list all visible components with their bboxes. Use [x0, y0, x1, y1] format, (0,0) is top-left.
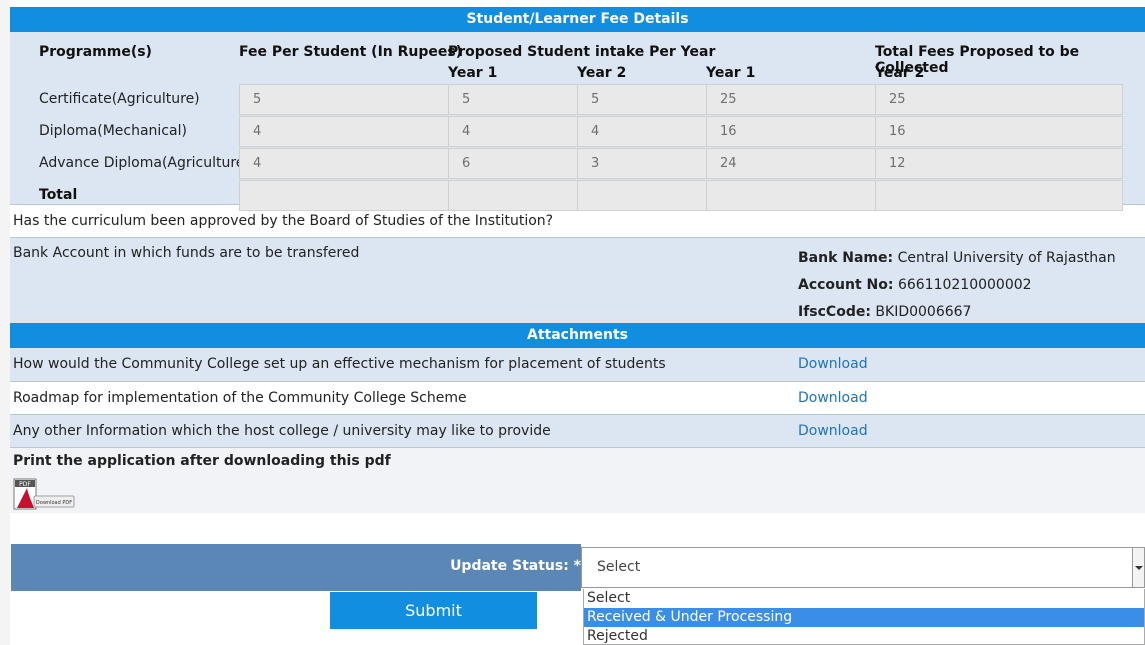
attachment-row: Any other Information which the host col… — [10, 414, 1145, 447]
print-instruction: Print the application after downloading … — [13, 453, 391, 469]
pdf-badge-text: PDF — [19, 481, 31, 488]
header-fee-per-student: Fee Per Student (In Rupees) — [239, 44, 463, 60]
programme-label: Diploma(Mechanical) — [39, 123, 187, 139]
print-section: Print the application after downloading … — [10, 447, 1145, 513]
total-year2-cell: 12 — [875, 148, 1123, 179]
total-intake-year1-cell — [448, 180, 578, 211]
header-intake-year2: Year 2 — [577, 65, 627, 81]
total-fees-year2-cell — [875, 180, 1123, 211]
header-total-year1: Year 1 — [706, 65, 756, 81]
ifsc-label: IfscCode: — [798, 304, 871, 320]
chevron-down-icon[interactable] — [1132, 548, 1144, 587]
update-status-bar: Update Status: * — [11, 544, 581, 591]
status-options: Select Received & Under Processing Rejec… — [583, 589, 1145, 645]
pdf-button-text: Download PDF — [36, 500, 72, 506]
status-option[interactable]: Received & Under Processing — [584, 608, 1144, 627]
page-margin — [0, 0, 10, 645]
application-details: Student/Learner Fee Details Programme(s)… — [10, 7, 1145, 513]
attachments-title: Attachments — [10, 323, 1145, 348]
total-year1-cell: 25 — [706, 84, 876, 115]
download-pdf-icon[interactable]: PDF Download PDF — [13, 478, 75, 512]
intake-year1-cell: 4 — [448, 116, 578, 147]
attachment-label: Roadmap for implementation of the Commun… — [13, 390, 467, 406]
intake-year1-cell: 6 — [448, 148, 578, 179]
attachment-row: How would the Community College set up a… — [10, 348, 1145, 381]
fee-section-title: Student/Learner Fee Details — [10, 7, 1145, 32]
total-fee-cell — [239, 180, 449, 211]
download-link[interactable]: Download — [798, 415, 868, 447]
status-option[interactable]: Select — [584, 589, 1144, 608]
intake-year2-cell: 4 — [577, 116, 707, 147]
intake-year2-cell: 5 — [577, 84, 707, 115]
intake-year1-cell: 5 — [448, 84, 578, 115]
bank-account-row: Bank Account in which funds are to be tr… — [10, 237, 1145, 323]
status-select[interactable]: Select — [581, 547, 1145, 588]
total-year1-cell: 24 — [706, 148, 876, 179]
total-year1-cell: 16 — [706, 116, 876, 147]
download-link[interactable]: Download — [798, 382, 868, 414]
ifsc-value: BKID0006667 — [875, 304, 972, 320]
status-select-value: Select — [597, 559, 641, 575]
programme-label: Certificate(Agriculture) — [39, 91, 200, 107]
header-intake-year1: Year 1 — [448, 65, 498, 81]
account-no-value: 666110210000002 — [897, 277, 1032, 293]
fee-cell: 5 — [239, 84, 449, 115]
bank-info: Bank Name: Central University of Rajasth… — [798, 245, 1116, 326]
fee-cell: 4 — [239, 116, 449, 147]
bank-name-label: Bank Name: — [798, 250, 894, 266]
submit-button[interactable]: Submit — [330, 592, 537, 629]
intake-year2-cell: 3 — [577, 148, 707, 179]
account-no-label: Account No: — [798, 277, 894, 293]
download-link[interactable]: Download — [798, 348, 868, 380]
header-proposed-intake: Proposed Student intake Per Year — [448, 44, 716, 60]
bank-account-label: Bank Account in which funds are to be tr… — [13, 245, 360, 261]
header-total-year2: Year 2 — [875, 65, 925, 81]
total-fees-year1-cell — [706, 180, 876, 211]
fee-cell: 4 — [239, 148, 449, 179]
total-year2-cell: 25 — [875, 84, 1123, 115]
attachment-row: Roadmap for implementation of the Commun… — [10, 381, 1145, 414]
attachment-label: Any other Information which the host col… — [13, 423, 551, 439]
bank-name-value: Central University of Rajasthan — [897, 250, 1116, 266]
total-year2-cell: 16 — [875, 116, 1123, 147]
attachment-label: How would the Community College set up a… — [13, 356, 666, 372]
total-label: Total — [39, 187, 78, 203]
programme-label: Advance Diploma(Agriculture) — [39, 155, 250, 171]
status-option[interactable]: Rejected — [584, 627, 1144, 645]
fee-table: Programme(s) Fee Per Student (In Rupees)… — [10, 32, 1145, 211]
header-programme: Programme(s) — [39, 44, 152, 60]
update-status-label: Update Status: * — [450, 558, 581, 574]
total-intake-year2-cell — [577, 180, 707, 211]
